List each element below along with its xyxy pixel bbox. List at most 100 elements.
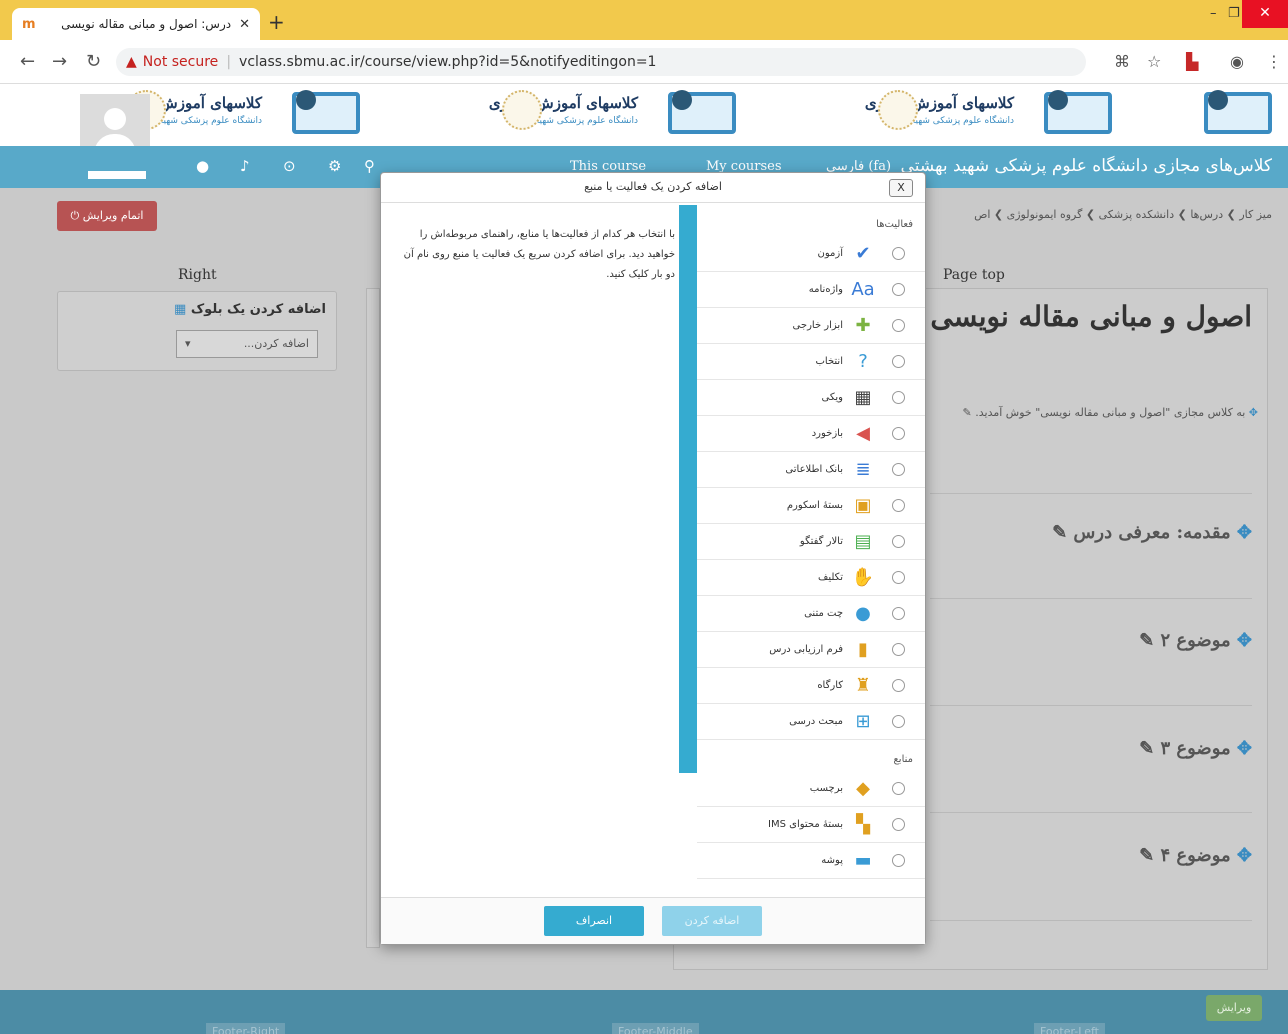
- add-block-select[interactable]: اضافه کردن... ▾: [176, 330, 318, 358]
- option-label: ویکی: [821, 392, 843, 403]
- option-radio[interactable]: [892, 463, 905, 476]
- option-radio[interactable]: [892, 643, 905, 656]
- question-icon: ?: [858, 351, 868, 372]
- breadcrumb[interactable]: میز کار ❯ درس‌ها ❯ دانشکده پزشکی ❯ گروه …: [974, 208, 1272, 221]
- chooser-option[interactable]: ◆ برچسب: [697, 771, 925, 807]
- section-0-title[interactable]: ✥ مقدمه: معرفی درس ✎: [1052, 522, 1252, 543]
- grid-icon: ▦: [174, 302, 191, 317]
- menu-dots-icon[interactable]: ⋮: [1266, 52, 1282, 71]
- chooser-option[interactable]: ✔ آزمون: [697, 236, 925, 272]
- translate-icon[interactable]: ⌘: [1114, 52, 1130, 71]
- chooser-option[interactable]: ▤ تالار گفتگو: [697, 524, 925, 560]
- bookmark-star-icon[interactable]: ☆: [1147, 52, 1161, 71]
- database-icon: ≣: [855, 459, 871, 480]
- chooser-option[interactable]: ◀ بازخورد: [697, 416, 925, 452]
- site-banner: کلاسهای آموزش مجازی دانشگاه علوم پزشکی ش…: [0, 84, 1288, 146]
- section-divider: [930, 920, 1252, 921]
- omnibox-separator: |: [226, 54, 232, 70]
- tab-close-icon[interactable]: ✕: [239, 17, 250, 32]
- option-radio[interactable]: [892, 715, 905, 728]
- clock-icon[interactable]: ⊙: [283, 157, 296, 175]
- option-radio[interactable]: [892, 679, 905, 692]
- omnibox[interactable]: ▲ Not secure | vclass.sbmu.ac.ir/course/…: [116, 48, 1086, 76]
- window-close-button[interactable]: ✕: [1242, 0, 1288, 28]
- option-radio[interactable]: [892, 391, 905, 404]
- section-4-title[interactable]: ✥ موضوع ۴ ✎: [1139, 845, 1252, 866]
- chooser-option[interactable]: Aa واژه‌نامه: [697, 272, 925, 308]
- back-icon[interactable]: ←: [20, 51, 35, 72]
- restore-icon[interactable]: ❐: [1228, 6, 1240, 21]
- activity-list: فعالیت‌ها ✔ آزمون Aa واژه‌نامه ✚ ابزار خارجی?…: [697, 205, 925, 899]
- dialog-close-button[interactable]: X: [889, 179, 913, 197]
- pdf-extension-icon[interactable]: ▙: [1186, 52, 1198, 71]
- option-radio[interactable]: [892, 535, 905, 548]
- chooser-option[interactable]: ▣ بستهٔ اسکورم: [697, 488, 925, 524]
- option-label: آزمون: [817, 248, 843, 259]
- chooser-option[interactable]: ▬ پوشه: [697, 843, 925, 879]
- welcome-forum-item[interactable]: ✥ به کلاس مجازی "اصول و مبانی مقاله نویس…: [918, 403, 1258, 423]
- option-radio[interactable]: [892, 247, 905, 260]
- chooser-option[interactable]: ▮ فرم ارزیابی درس: [697, 632, 925, 668]
- not-secure-label: Not secure: [142, 54, 219, 70]
- chooser-option[interactable]: ⊞ مبحث درسی: [697, 704, 925, 740]
- chat-icon: ●: [855, 603, 871, 624]
- site-title[interactable]: کلاس‌های مجازی دانشگاه علوم پزشکی شهید ب…: [901, 156, 1272, 176]
- option-radio[interactable]: [892, 319, 905, 332]
- footer-left-label: Footer-Left: [1034, 1023, 1105, 1034]
- footer-edit-button[interactable]: ویرایش: [1206, 995, 1262, 1021]
- gear-icon[interactable]: ⚙: [328, 157, 341, 175]
- forward-icon[interactable]: →: [52, 51, 67, 72]
- option-radio[interactable]: [892, 854, 905, 867]
- option-radio[interactable]: [892, 283, 905, 296]
- workshop-icon: ♜: [854, 675, 872, 696]
- moodle-favicon-icon: m: [22, 16, 36, 32]
- section-2-title[interactable]: ✥ موضوع ۲ ✎: [1139, 630, 1252, 651]
- chooser-option[interactable]: ♜ کارگاه: [697, 668, 925, 704]
- banner-logo: کلاسهای آموزش مجازی دانشگاه علوم پزشکی ش…: [376, 84, 752, 146]
- account-icon[interactable]: ◉: [1230, 52, 1244, 71]
- option-radio[interactable]: [892, 571, 905, 584]
- option-radio[interactable]: [892, 355, 905, 368]
- option-radio[interactable]: [892, 427, 905, 440]
- chooser-option[interactable]: ● چت متنی: [697, 596, 925, 632]
- section-divider: [930, 598, 1252, 599]
- option-radio[interactable]: [892, 818, 905, 831]
- option-label: تکلیف: [818, 572, 843, 583]
- browser-tab[interactable]: m درس: اصول و مبانی مقاله نویسی ✕: [12, 8, 260, 40]
- section-divider: [930, 493, 1252, 494]
- option-radio[interactable]: [892, 499, 905, 512]
- option-label: برچسب: [809, 783, 843, 794]
- option-radio[interactable]: [892, 607, 905, 620]
- package-icon: ▣: [854, 495, 872, 516]
- chooser-option[interactable]: ✋ تکلیف: [697, 560, 925, 596]
- add-button[interactable]: اضافه کردن: [662, 906, 762, 936]
- option-radio[interactable]: [892, 782, 905, 795]
- section-3-title[interactable]: ✥ موضوع ۳ ✎: [1139, 738, 1252, 759]
- chooser-option[interactable]: ? انتخاب: [697, 344, 925, 380]
- chooser-scrollbar[interactable]: [679, 205, 697, 773]
- edit-pencil-icon: ✎: [1139, 845, 1161, 866]
- folder-icon: ▬: [854, 850, 872, 871]
- minimize-icon[interactable]: –: [1210, 6, 1217, 21]
- add-block-title: ▦ اضافه کردن یک بلوک: [174, 302, 326, 317]
- chooser-option[interactable]: ≣ بانک اطلاعاتی: [697, 452, 925, 488]
- finish-editing-button[interactable]: ⏻ اتمام ویرایش: [57, 201, 157, 231]
- cancel-button[interactable]: انصراف: [544, 906, 644, 936]
- option-label: کارگاه: [817, 680, 843, 691]
- chat-bubble-icon[interactable]: ●: [196, 157, 209, 175]
- option-label: چت متنی: [804, 608, 843, 619]
- assignment-icon: ✋: [851, 567, 875, 588]
- bell-icon[interactable]: ♪: [240, 157, 250, 175]
- new-tab-button[interactable]: +: [268, 10, 285, 34]
- tab-title: درس: اصول و مبانی مقاله نویسی: [61, 17, 232, 31]
- search-icon[interactable]: ⚲: [364, 157, 375, 175]
- resources-heading: منابع: [893, 754, 913, 765]
- chooser-option[interactable]: ✚ ابزار خارجی: [697, 308, 925, 344]
- chooser-option[interactable]: ▦ ویکی: [697, 380, 925, 416]
- chooser-option[interactable]: ▚ بستهٔ محتوای IMS: [697, 807, 925, 843]
- user-menu-bar[interactable]: [88, 171, 146, 179]
- lesson-icon: ⊞: [855, 711, 871, 732]
- glossary-icon: Aa: [851, 279, 875, 300]
- reload-icon[interactable]: ↻: [86, 51, 101, 72]
- finish-editing-label: اتمام ویرایش: [82, 209, 144, 222]
